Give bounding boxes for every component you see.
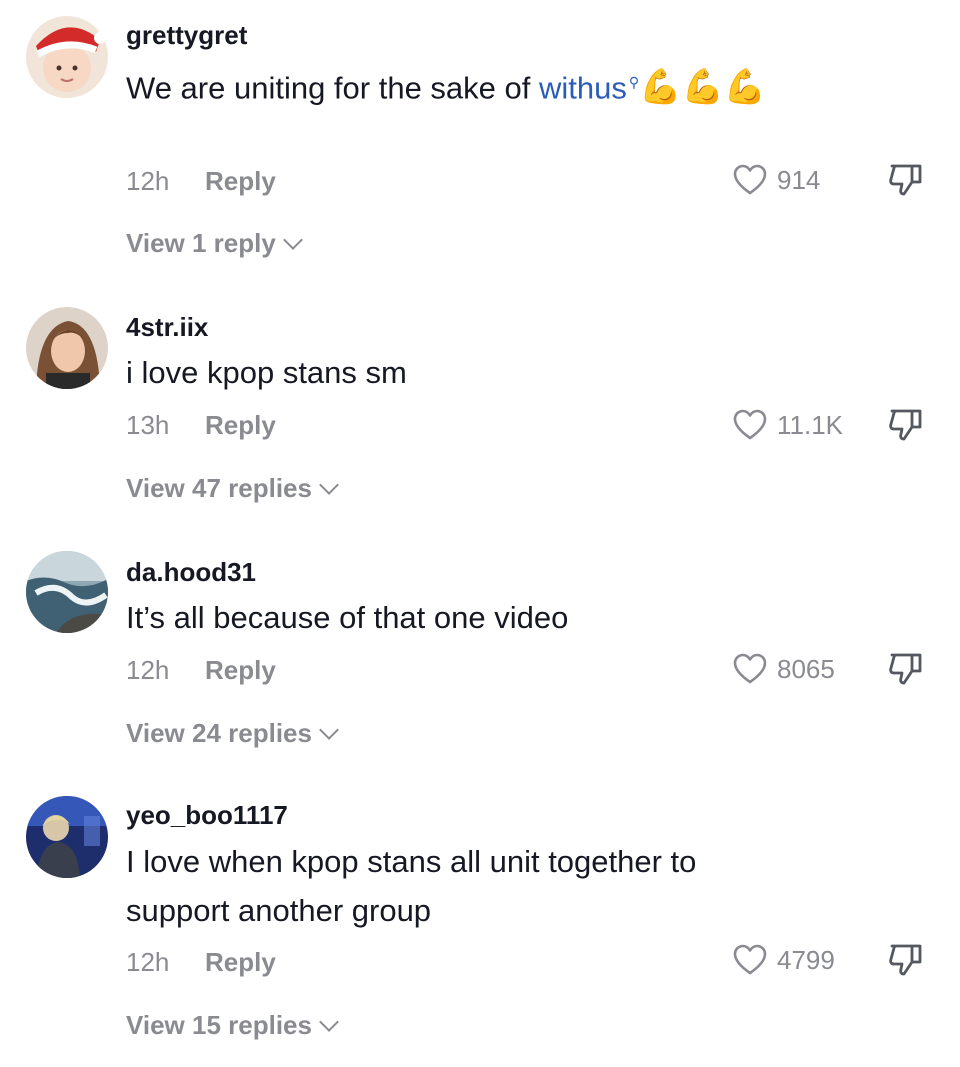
avatar[interactable] [26,16,108,98]
avatar[interactable] [26,551,108,633]
comment-username[interactable]: 4str.iix [126,312,208,343]
heart-outline-icon [733,944,767,975]
reply-button[interactable]: Reply [205,655,276,686]
comment-text: We are uniting for the sake of withus ⚲💪💪… [126,58,840,112]
chevron-down-icon [319,474,339,495]
chevron-down-icon [319,1011,339,1032]
comment-text-body: We are uniting for the sake of [126,70,539,106]
view-replies-label: View 15 replies [126,1010,312,1040]
reply-button[interactable]: Reply [205,410,276,441]
comment-text: i love kpop stans sm [126,355,407,390]
view-replies-label: View 24 replies [126,718,312,748]
comment-time: 12h [126,655,170,685]
comment-text: I love when kpop stans all unit together… [126,844,697,928]
like-count: 8065 [777,653,835,684]
chevron-down-icon [319,719,339,740]
like-button[interactable]: 11.1K [733,405,843,445]
view-replies-button[interactable]: View 15 replies [126,1010,339,1041]
avatar[interactable] [26,307,108,389]
like-button[interactable]: 8065 [733,649,835,689]
heart-outline-icon [733,653,767,684]
view-replies-button[interactable]: View 47 replies [126,473,339,504]
comment-time: 12h [126,947,170,977]
thumbs-down-icon[interactable] [886,405,926,445]
view-replies-button[interactable]: View 1 reply [126,228,303,259]
avatar[interactable] [26,796,108,878]
like-button[interactable]: 914 [733,160,820,200]
comment-username[interactable]: yeo_boo1117 [126,800,288,831]
like-count: 11.1K [777,409,844,440]
chevron-down-icon [282,229,303,250]
hashtag-link[interactable]: withus [539,70,627,105]
view-replies-label: View 47 replies [126,473,312,503]
reply-button[interactable]: Reply [205,166,276,197]
comment-time: 12h [126,166,170,196]
thumbs-down-icon[interactable] [886,649,926,689]
heart-outline-icon [733,164,767,195]
flexed-biceps-emoji: 💪💪💪 [639,68,767,107]
reply-button[interactable]: Reply [205,947,276,978]
comment-text: It’s all because of that one video [126,600,569,635]
heart-outline-icon [733,409,767,440]
search-icon: ⚲ [628,74,640,90]
comment-username[interactable]: da.hood31 [126,557,256,588]
comment-username[interactable]: grettygret [126,20,247,51]
like-count: 4799 [777,944,835,975]
thumbs-down-icon[interactable] [886,940,926,980]
like-count: 914 [777,164,821,195]
like-button[interactable]: 4799 [733,940,835,980]
view-replies-label: View 1 reply [126,228,276,258]
view-replies-button[interactable]: View 24 replies [126,718,339,749]
thumbs-down-icon[interactable] [886,160,926,200]
comment-time: 13h [126,410,170,440]
